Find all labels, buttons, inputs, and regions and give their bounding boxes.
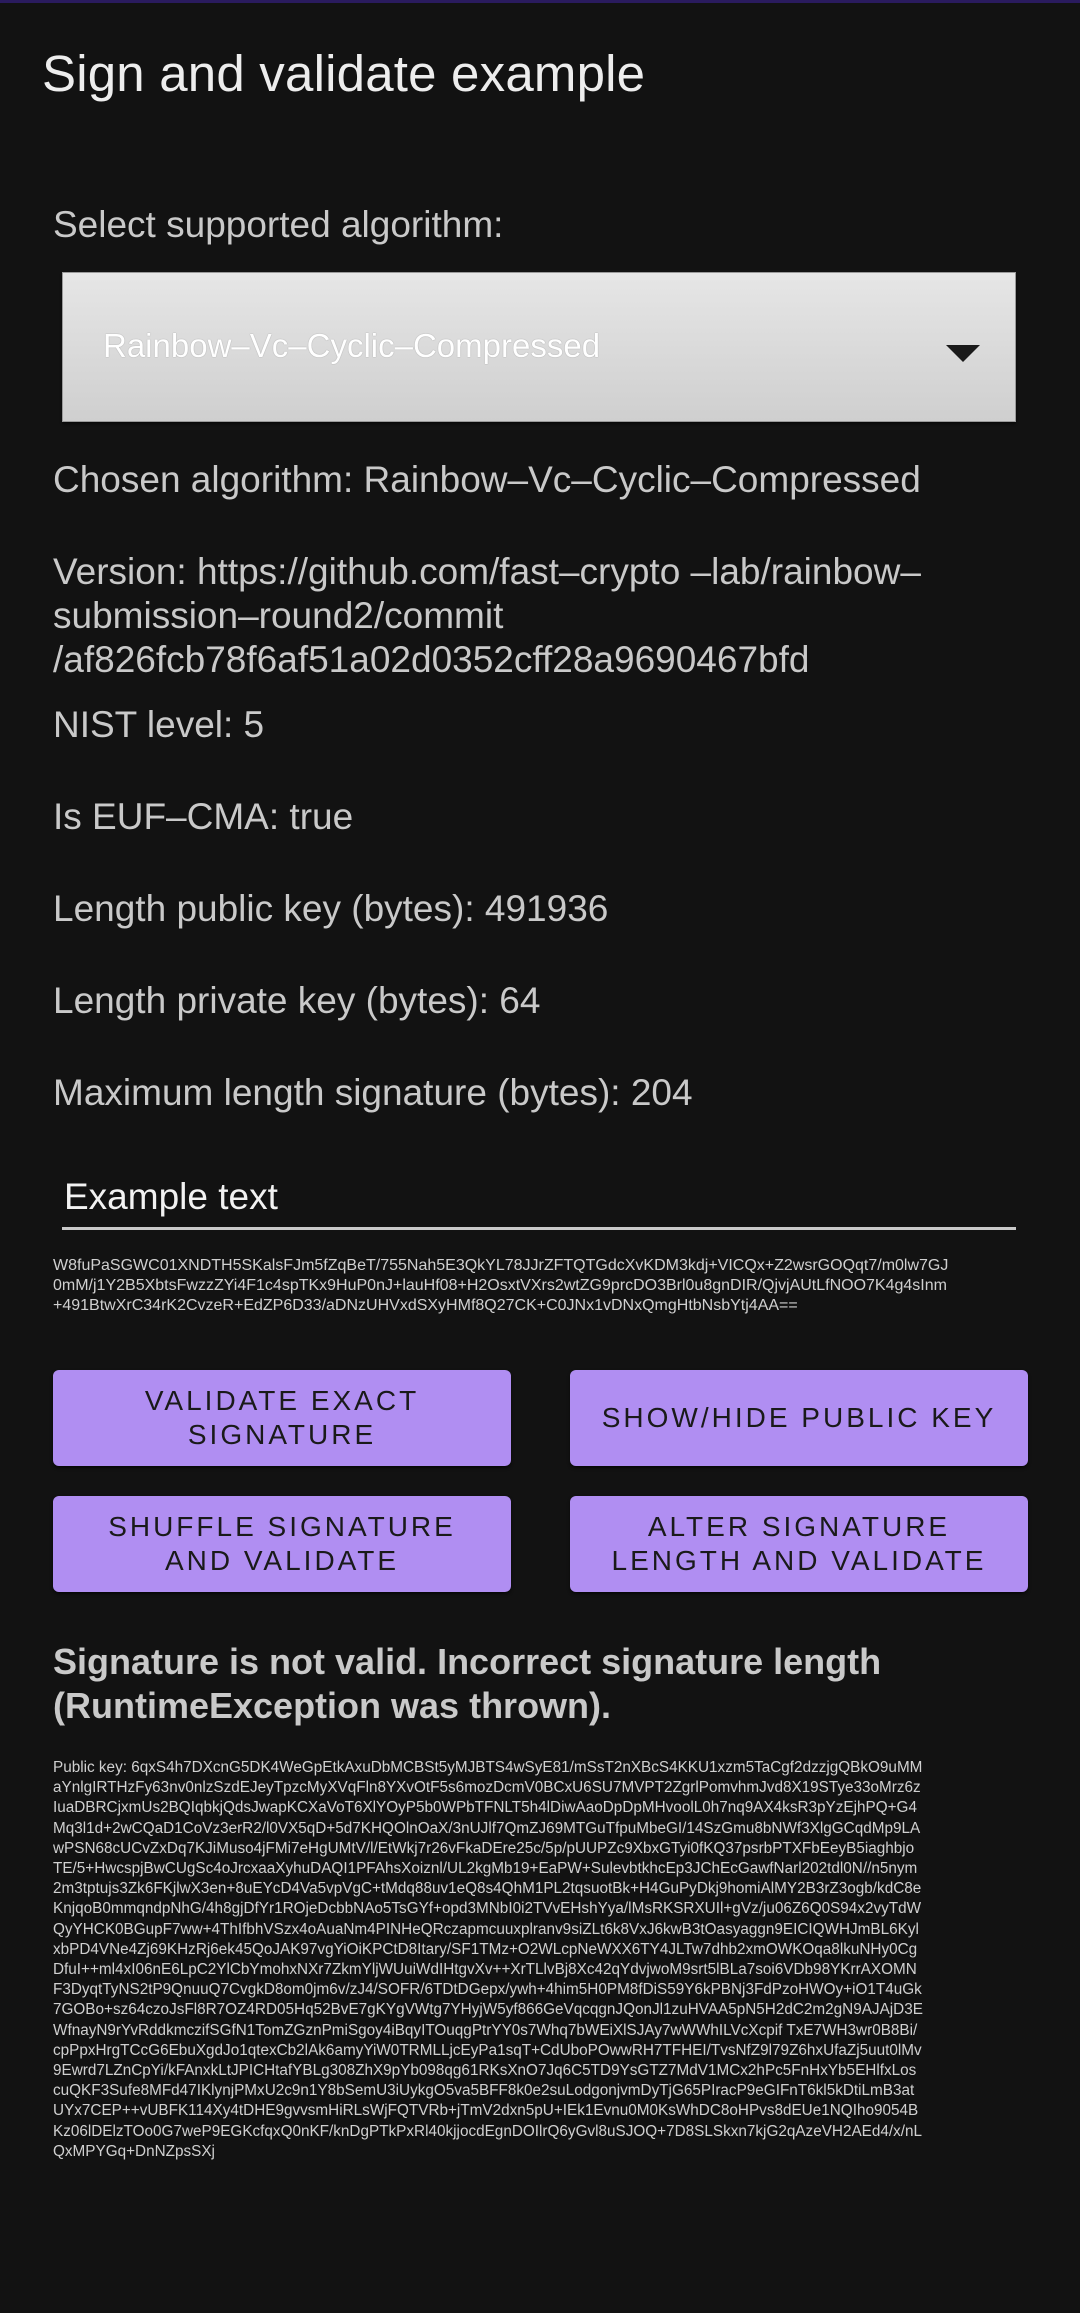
version-text: Version: https://github.com/fast–crypto … [53,551,921,680]
algorithm-select-label: Select supported algorithm: [53,204,504,245]
max-signature-length-text: Maximum length signature (bytes): 204 [53,1072,693,1113]
public-key-length-text: Length public key (bytes): 491936 [53,888,609,929]
algorithm-dropdown[interactable]: Rainbow–Vc–Cyclic–Compressed [62,272,1016,422]
app-title: Sign and validate example [42,45,646,102]
chosen-algorithm-text: Chosen algorithm: Rainbow–Vc–Cyclic–Comp… [53,459,921,500]
euf-cma-text: Is EUF–CMA: true [53,796,354,837]
validate-exact-signature-button[interactable]: VALIDATE EXACT SIGNATURE [53,1370,511,1466]
shuffle-signature-button[interactable]: SHUFFLE SIGNATURE AND VALIDATE [53,1496,511,1592]
signature-text: W8fuPaSGWC01XNDTH5SKalsFJm5fZqBeT/755Nah… [53,1257,949,1314]
alter-signature-length-button[interactable]: ALTER SIGNATURE LENGTH AND VALIDATE [570,1496,1028,1592]
chevron-down-icon [946,345,980,362]
app-bar: Sign and validate example [0,0,1080,130]
validation-result-text: Signature is not valid. Incorrect signat… [53,1641,882,1726]
private-key-length-text: Length private key (bytes): 64 [53,980,541,1021]
public-key-text: Public key: 6qxS4h7DXcnG5DK4WeGpEtkAxuDb… [53,1759,923,2160]
nist-level-text: NIST level: 5 [53,704,265,745]
message-input[interactable]: Example text [62,1170,1016,1230]
message-input-value: Example text [64,1176,278,1217]
algorithm-dropdown-value: Rainbow–Vc–Cyclic–Compressed [103,327,601,364]
show-hide-public-key-button[interactable]: SHOW/HIDE PUBLIC KEY [570,1370,1028,1466]
